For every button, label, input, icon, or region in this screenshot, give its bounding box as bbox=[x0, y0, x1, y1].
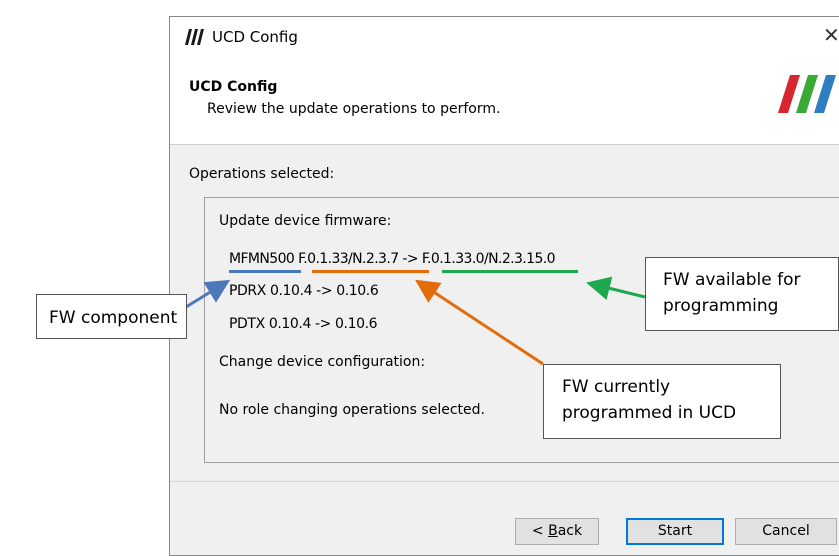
fw-current-arrow bbox=[414, 279, 544, 366]
fw-component-callout: FW component bbox=[36, 294, 187, 339]
fw-available-callout: FW available for programming bbox=[645, 257, 839, 331]
fw-component-arrow bbox=[185, 279, 231, 309]
fw-current-callout: FW currently programmed in UCD bbox=[543, 364, 781, 439]
fw-available-arrow bbox=[586, 276, 646, 300]
